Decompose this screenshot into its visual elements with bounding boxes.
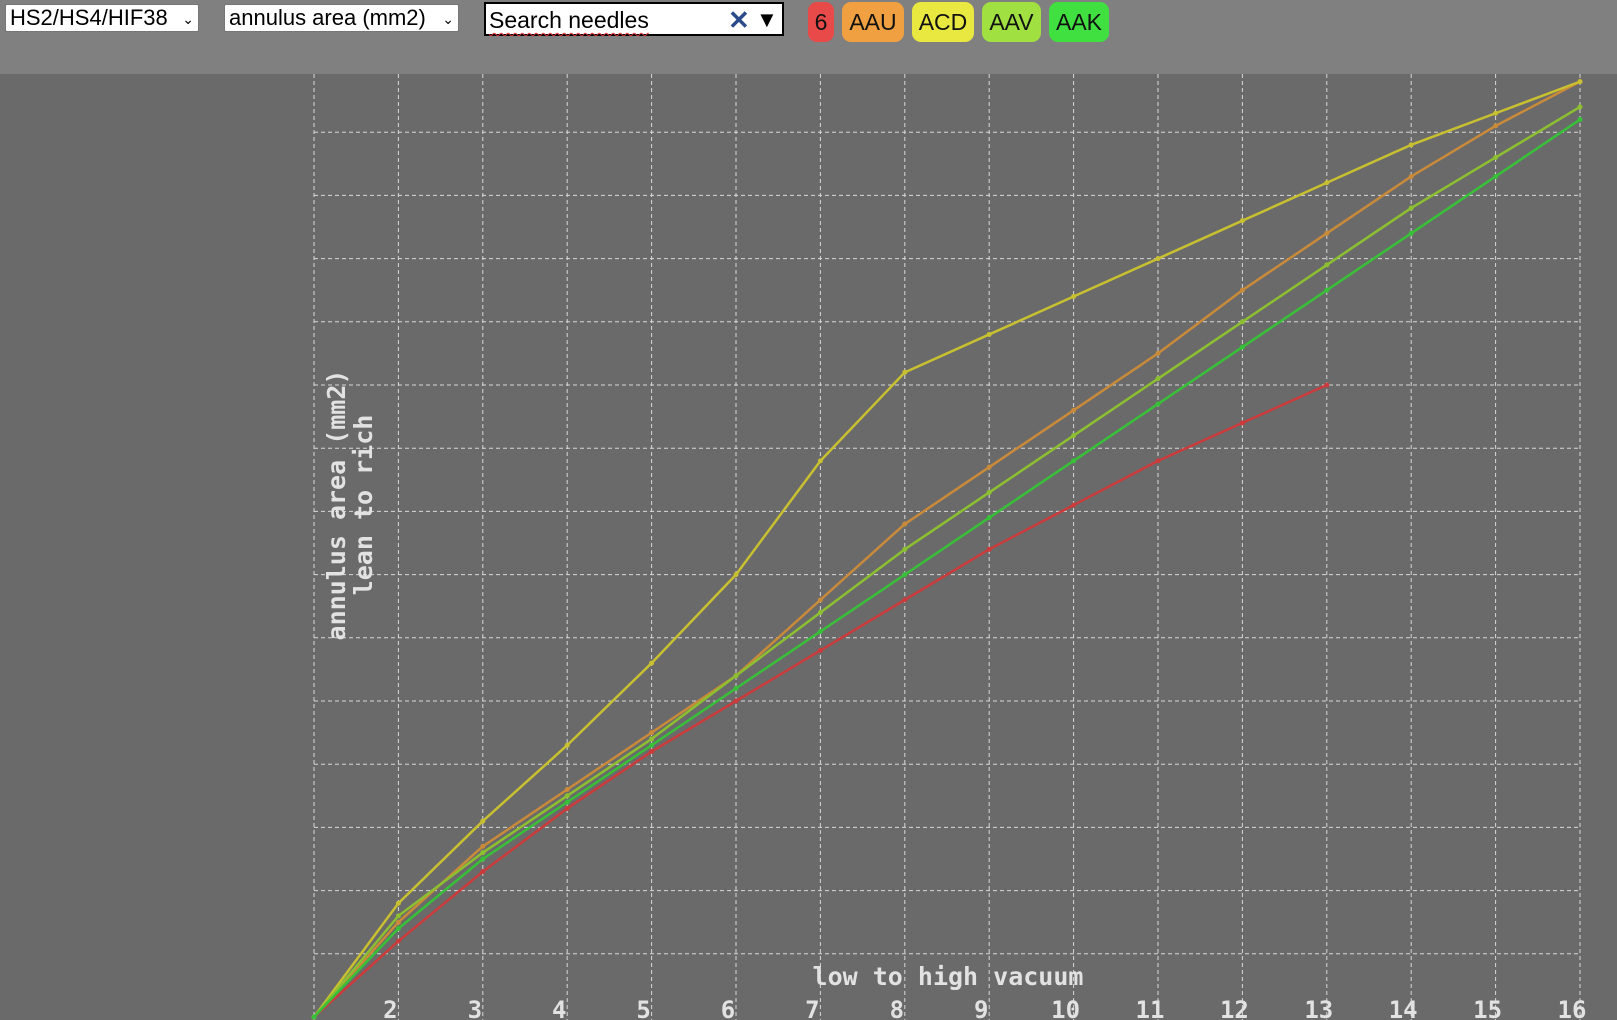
data-point [1324,262,1330,268]
x-tick-label: 3 [468,996,482,1020]
x-tick-label: 15 [1473,996,1502,1020]
data-point [1071,502,1077,508]
data-point [649,736,655,742]
data-point [733,673,739,679]
data-point [1155,401,1161,407]
data-point [1155,376,1161,382]
data-point [395,926,401,932]
data-point [480,869,486,875]
x-tick-label: 2 [383,996,397,1020]
x-tick-label: 12 [1220,996,1249,1020]
data-point [649,660,655,666]
data-point [817,458,823,464]
data-point [1155,350,1161,356]
x-tick-label: 7 [805,996,819,1020]
data-point [395,913,401,919]
data-point [733,698,739,704]
x-tick-label: 6 [721,996,735,1020]
data-point [1239,218,1245,224]
series-line [313,118,1581,1018]
x-axis-ticks: 2 3 4 5 6 7 8 9 10 11 12 13 14 15 16 [383,996,1586,1020]
data-point [1408,205,1414,211]
x-tick-label: 4 [552,996,566,1020]
data-point [902,369,908,375]
data-point [395,919,401,925]
x-tick-label: 8 [890,996,904,1020]
data-point [733,685,739,691]
data-point [564,793,570,799]
data-point [1493,110,1499,116]
data-point [1071,433,1077,439]
x-tick-label: 10 [1051,996,1080,1020]
data-point [1071,407,1077,413]
needle-profile-chart: 2 3 4 5 6 7 8 9 10 11 12 13 14 15 16 low to high vacuu… [311,74,1586,1020]
chart-series [311,79,1583,1020]
data-point [986,515,992,521]
data-point [1493,173,1499,179]
data-point [1408,173,1414,179]
data-point [1324,180,1330,186]
data-point [564,805,570,811]
series-aak [311,117,1583,1020]
x-tick-label: 13 [1304,996,1333,1020]
series-line [313,105,1581,1018]
y-axis-label: annulus area (mm2) [322,370,351,641]
data-point [1577,79,1583,85]
data-point [1408,230,1414,236]
series-aav [311,104,1583,1020]
x-tick-label: 14 [1389,996,1418,1020]
data-point [902,572,908,578]
data-point [986,464,992,470]
data-point [480,856,486,862]
data-point [1493,123,1499,129]
data-point [1071,294,1077,300]
data-point [1239,420,1245,426]
x-tick-label: 9 [974,996,988,1020]
data-point [1155,256,1161,262]
data-point [1071,458,1077,464]
data-point [902,521,908,527]
data-point [1408,142,1414,148]
data-point [1324,382,1330,388]
data-point [986,331,992,337]
data-point [649,742,655,748]
data-point [395,938,401,944]
data-point [817,628,823,634]
data-point [480,850,486,856]
data-point [1155,458,1161,464]
data-point [480,843,486,849]
data-point [902,597,908,603]
x-axis-label: low to high vacuum [813,962,1084,991]
data-point [480,818,486,824]
data-point [733,572,739,578]
data-point [986,546,992,552]
data-point [817,610,823,616]
data-point [1324,230,1330,236]
data-point [986,489,992,495]
data-point [1577,117,1583,123]
data-point [564,742,570,748]
data-point [1493,154,1499,160]
data-point [649,749,655,755]
data-point [564,786,570,792]
x-tick-label: 11 [1136,996,1165,1020]
data-point [1239,344,1245,350]
data-point [564,799,570,805]
y-axis-sublabel: lean to rich [349,415,378,596]
data-point [649,730,655,736]
x-tick-label: 16 [1558,996,1587,1020]
x-tick-label: 5 [636,996,650,1020]
data-point [311,1014,317,1020]
data-point [902,546,908,552]
data-point [1239,287,1245,293]
data-point [1324,287,1330,293]
data-point [817,597,823,603]
data-point [817,647,823,653]
data-point [1577,104,1583,110]
data-point [1239,319,1245,325]
data-point [395,900,401,906]
